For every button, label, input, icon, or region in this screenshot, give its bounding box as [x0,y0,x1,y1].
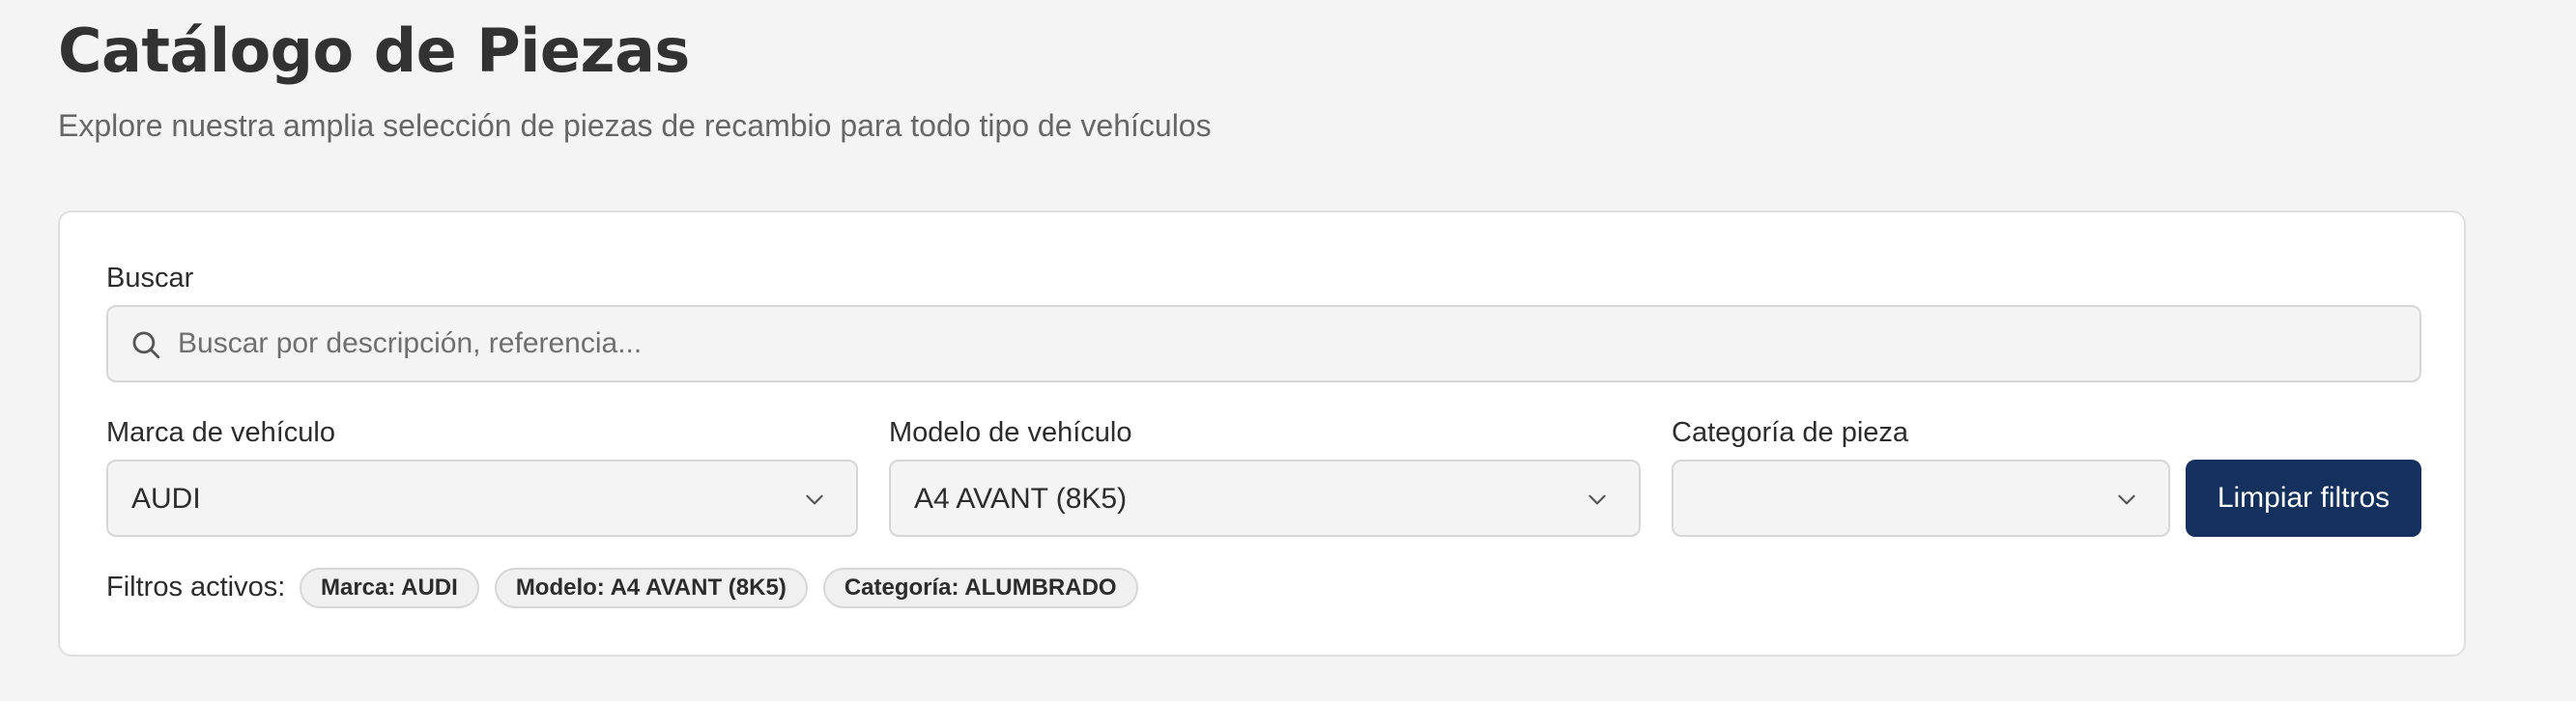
active-filters-label: Filtros activos: [106,572,286,603]
model-select[interactable]: A4 AVANT (8K5) [889,460,1641,537]
filter-panel: Buscar Marca de vehículo AUDI Modelo de … [58,210,2466,657]
search-icon [132,331,160,359]
active-filters-list: Marca: AUDI Modelo: A4 AVANT (8K5) Categ… [300,568,1138,608]
clear-filters-button[interactable]: Limpiar filtros [2186,460,2421,537]
search-input[interactable] [178,307,2400,380]
filter-chip-brand[interactable]: Marca: AUDI [300,568,479,608]
brand-select[interactable]: AUDI [106,460,858,537]
model-select-value: A4 AVANT (8K5) [914,483,1128,515]
search-box[interactable] [106,305,2421,382]
filter-chip-category[interactable]: Categoría: ALUMBRADO [822,568,1138,608]
chevron-down-icon [806,494,823,505]
filter-chip-model[interactable]: Modelo: A4 AVANT (8K5) [494,568,808,608]
search-label: Buscar [106,263,194,294]
brand-label: Marca de vehículo [106,417,335,448]
category-select[interactable] [1672,460,2170,537]
brand-select-value: AUDI [131,483,201,515]
category-label: Categoría de pieza [1672,417,1909,448]
model-label: Modelo de vehículo [889,417,1132,448]
page-subtitle: Explore nuestra amplia selección de piez… [58,108,1212,143]
page-title: Catálogo de Piezas [58,15,690,86]
chevron-down-icon [1589,494,1606,505]
chevron-down-icon [2118,494,2135,505]
